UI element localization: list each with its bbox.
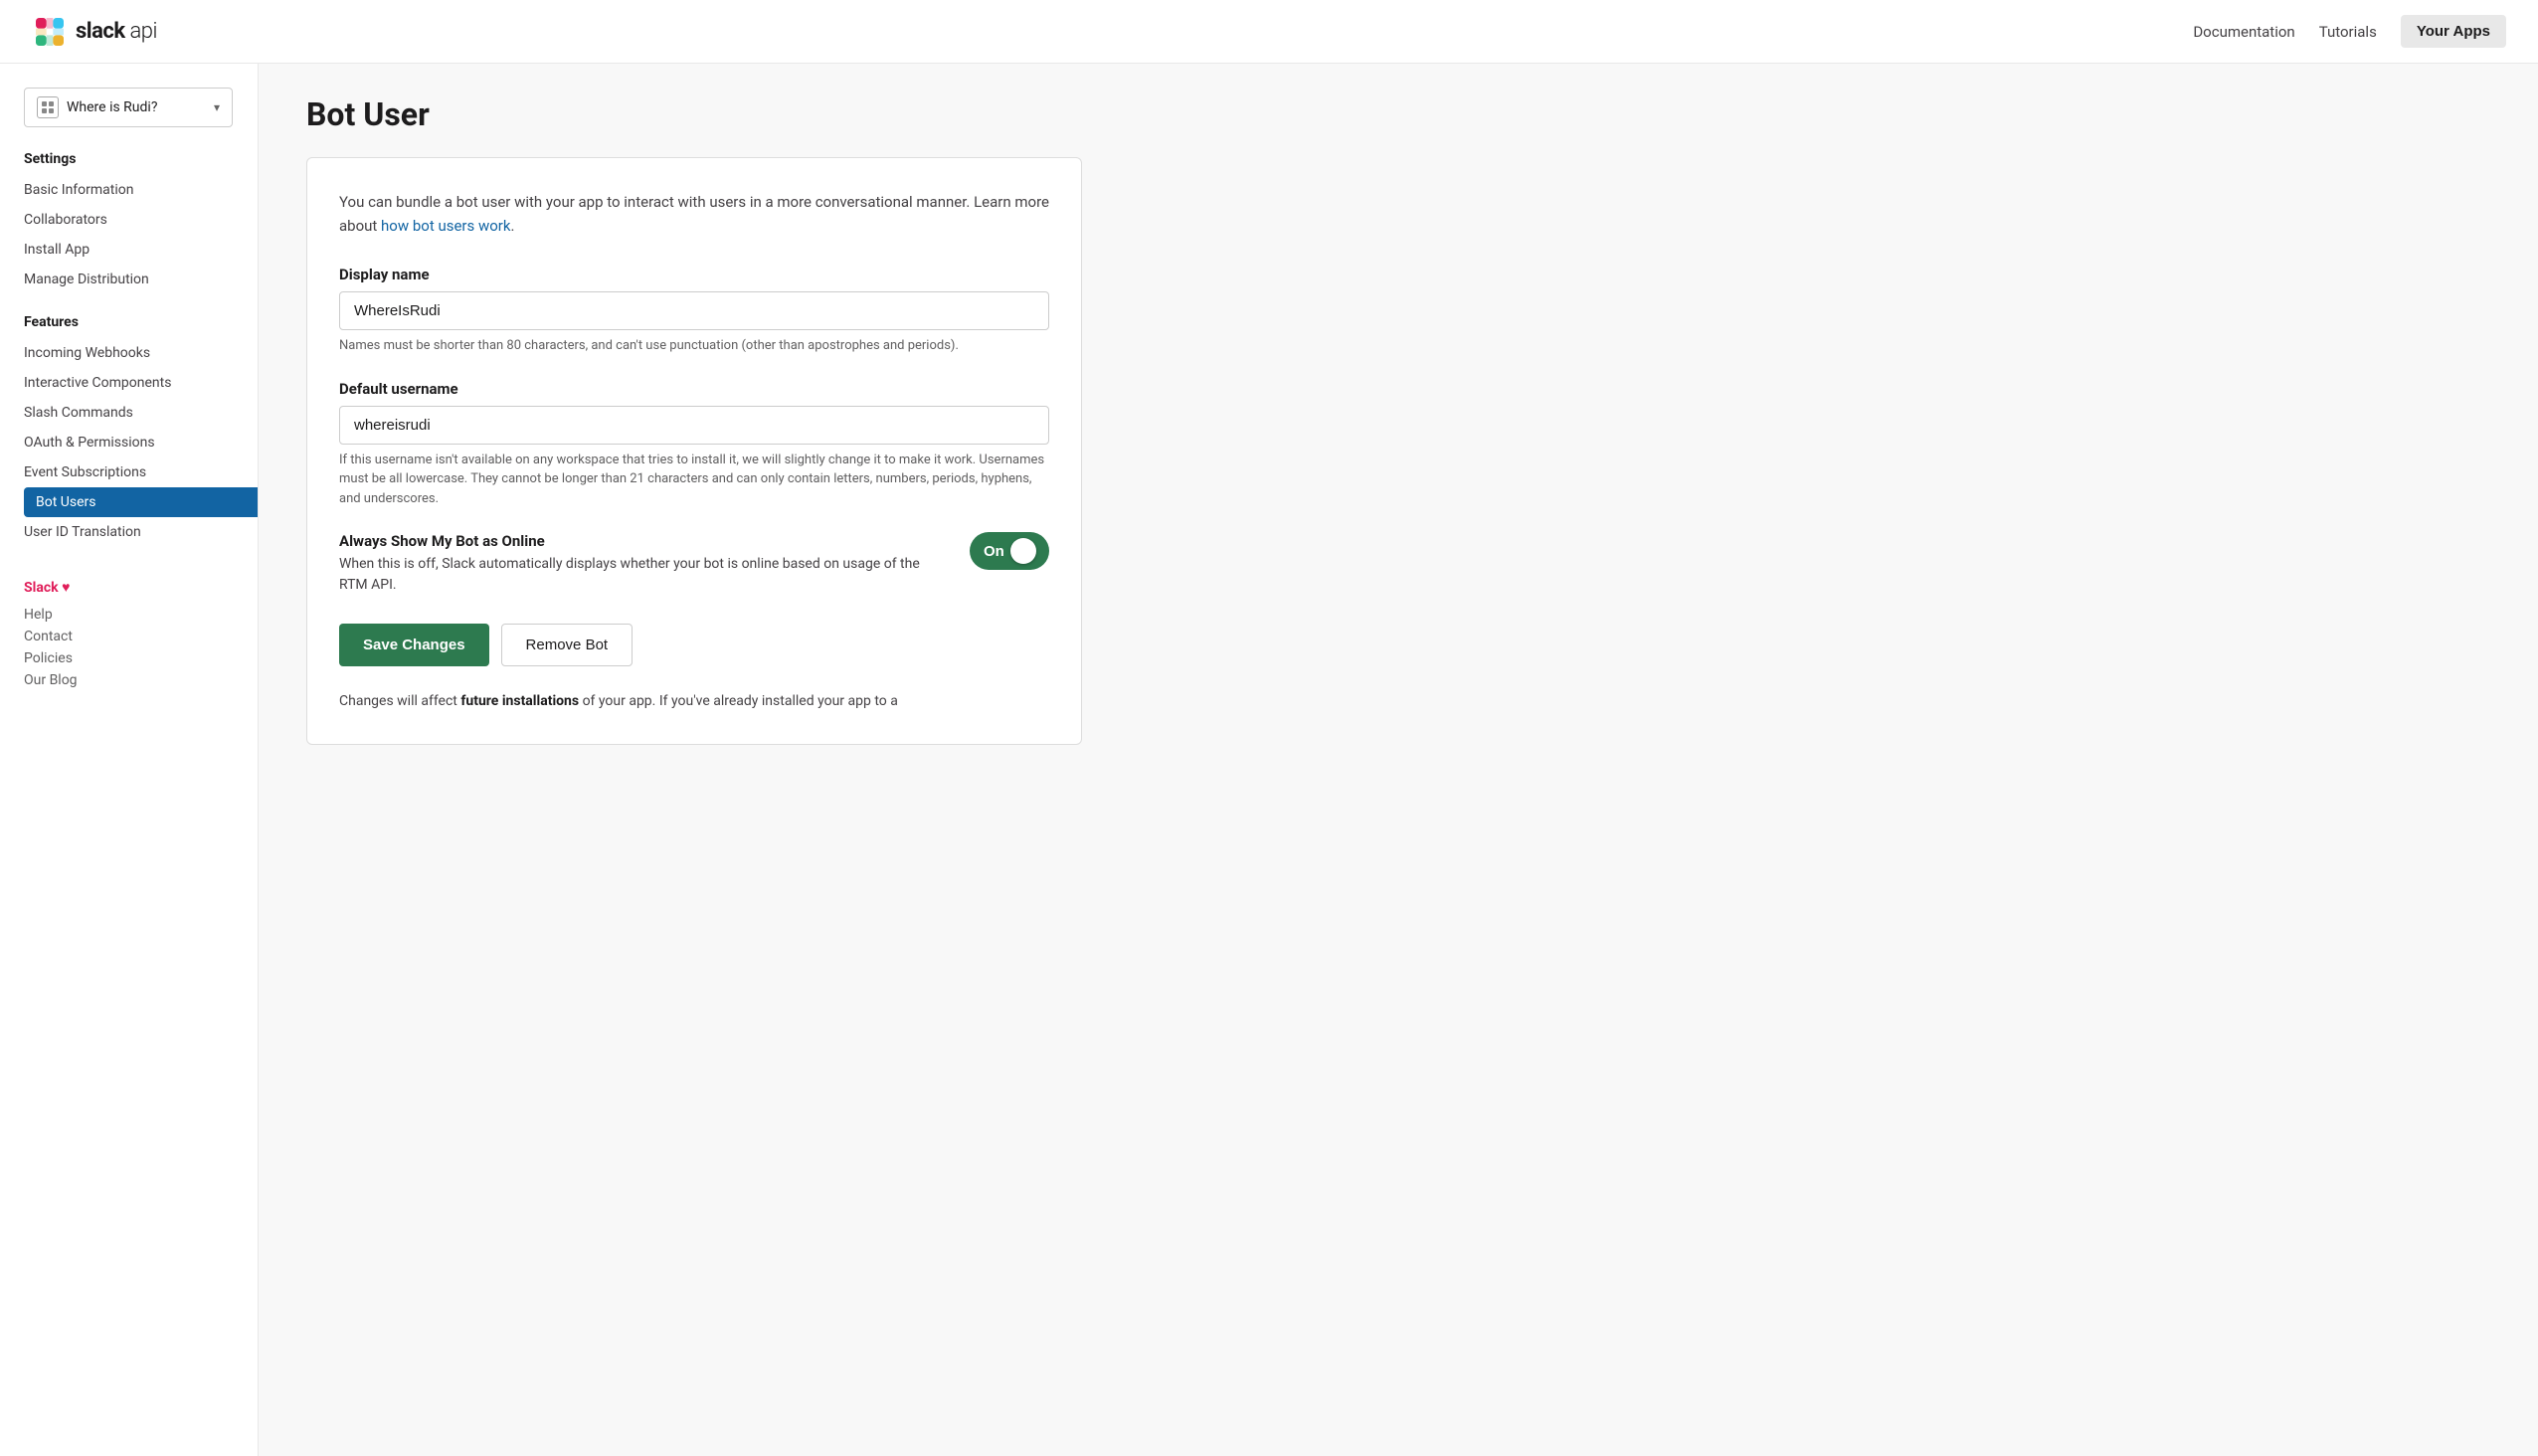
toggle-info: Always Show My Bot as Online When this i… <box>339 532 946 596</box>
app-selector-name: Where is Rudi? <box>67 99 206 115</box>
sidebar-item-slash-commands[interactable]: Slash Commands <box>24 398 258 428</box>
default-username-hint: If this username isn't available on any … <box>339 451 1049 509</box>
logo-text-bold: slack <box>76 19 125 44</box>
settings-section-title: Settings <box>24 151 258 167</box>
sidebar: Where is Rudi? ▾ Settings Basic Informat… <box>0 64 259 1456</box>
toggle-title: Always Show My Bot as Online <box>339 532 946 550</box>
your-apps-button[interactable]: Your Apps <box>2401 15 2506 48</box>
logo-text: slack api <box>76 19 157 44</box>
intro-text: You can bundle a bot user with your app … <box>339 190 1049 238</box>
main-content: Bot User You can bundle a bot user with … <box>259 64 2538 1456</box>
logo-text-light: api <box>125 19 157 44</box>
default-username-label: Default username <box>339 380 1049 398</box>
footer-contact-link[interactable]: Contact <box>24 626 258 647</box>
features-section-title: Features <box>24 314 258 330</box>
sidebar-item-manage-distribution[interactable]: Manage Distribution <box>24 265 258 294</box>
sidebar-item-interactive-components[interactable]: Interactive Components <box>24 368 258 398</box>
action-buttons: Save Changes Remove Bot <box>339 624 1049 666</box>
footer-blog-link[interactable]: Our Blog <box>24 669 258 691</box>
header: slack api Documentation Tutorials Your A… <box>0 0 2538 64</box>
settings-section: Settings Basic Information Collaborators… <box>24 151 258 294</box>
always-online-toggle[interactable]: On <box>970 532 1049 570</box>
display-name-input[interactable] <box>339 291 1049 330</box>
app-selector-icon <box>37 96 59 118</box>
documentation-link[interactable]: Documentation <box>2193 23 2294 41</box>
header-nav: Documentation Tutorials Your Apps <box>2193 15 2506 48</box>
app-selector-arrow: ▾ <box>214 100 220 114</box>
page-title: Bot User <box>306 95 2490 133</box>
default-username-group: Default username If this username isn't … <box>339 380 1049 509</box>
bottom-note: Changes will affect future installations… <box>339 690 1049 712</box>
sidebar-item-collaborators[interactable]: Collaborators <box>24 205 258 235</box>
sidebar-item-event-subscriptions[interactable]: Event Subscriptions <box>24 457 258 487</box>
tutorials-link[interactable]: Tutorials <box>2319 23 2377 41</box>
sidebar-item-oauth-permissions[interactable]: OAuth & Permissions <box>24 428 258 457</box>
slack-logo-icon <box>32 14 68 50</box>
features-section: Features Incoming Webhooks Interactive C… <box>24 314 258 547</box>
footer-policies-link[interactable]: Policies <box>24 647 258 669</box>
slack-heart-label: Slack ♥ <box>24 579 258 596</box>
toggle-circle <box>1010 538 1036 564</box>
sidebar-item-user-id-translation[interactable]: User ID Translation <box>24 517 258 547</box>
toggle-desc: When this is off, Slack automatically di… <box>339 554 946 596</box>
how-bot-users-work-link[interactable]: how bot users work <box>381 217 510 235</box>
layout: Where is Rudi? ▾ Settings Basic Informat… <box>0 64 2538 1456</box>
sidebar-item-bot-users[interactable]: Bot Users <box>24 487 258 517</box>
intro-after-link: . <box>510 217 514 235</box>
content-card: You can bundle a bot user with your app … <box>306 157 1082 745</box>
footer-help-link[interactable]: Help <box>24 604 258 626</box>
app-selector[interactable]: Where is Rudi? ▾ <box>24 88 233 127</box>
sidebar-item-install-app[interactable]: Install App <box>24 235 258 265</box>
default-username-input[interactable] <box>339 406 1049 445</box>
sidebar-item-basic-information[interactable]: Basic Information <box>24 175 258 205</box>
display-name-hint: Names must be shorter than 80 characters… <box>339 336 1049 356</box>
display-name-label: Display name <box>339 266 1049 283</box>
remove-bot-button[interactable]: Remove Bot <box>501 624 634 666</box>
always-online-toggle-section: Always Show My Bot as Online When this i… <box>339 532 1049 596</box>
sidebar-footer: Slack ♥ Help Contact Policies Our Blog <box>24 579 258 691</box>
toggle-state-label: On <box>984 543 1004 560</box>
display-name-group: Display name Names must be shorter than … <box>339 266 1049 356</box>
logo: slack api <box>32 14 157 50</box>
save-changes-button[interactable]: Save Changes <box>339 624 489 666</box>
sidebar-item-incoming-webhooks[interactable]: Incoming Webhooks <box>24 338 258 368</box>
